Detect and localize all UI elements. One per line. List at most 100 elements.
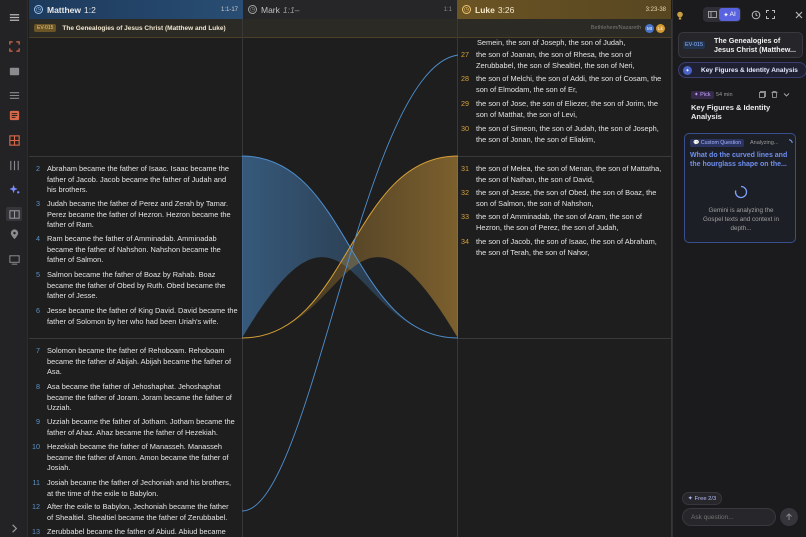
verse-line: Zerubbabel became the father of Abiud. A…: [47, 527, 226, 536]
tab-key-figures[interactable]: ✦ Key Figures & Identity Analysis: [678, 62, 806, 78]
tab-icon: ✦: [683, 66, 692, 75]
verse-line: the son of Jesse, the son of Obed, the s…: [476, 188, 657, 197]
verse-line: Hezekiah became the father of Manasseh. …: [47, 442, 223, 451]
grid-icon[interactable]: [7, 133, 21, 147]
custom-question-card: 💬 Custom Question Analyzing... What do t…: [684, 133, 796, 243]
verse-29[interactable]: 29 the son of Jose, the son of Eliezer, t…: [458, 99, 658, 120]
verse-line: at the time of the exile to Babylon.: [47, 488, 159, 498]
verse-line: Hezron, the son of Perez, the son of Jud…: [476, 222, 619, 232]
history-icon[interactable]: [750, 9, 761, 20]
loading-spinner-icon: [734, 185, 748, 199]
verse-line: of Shealtiel. Shealtiel became the fathe…: [47, 512, 228, 522]
ask-question-input[interactable]: [682, 508, 776, 526]
event-card[interactable]: EV-015 The Genealogies of Jesus Christ (…: [678, 32, 803, 58]
verse-3[interactable]: 3 Judah became the father of Perez and Ze…: [29, 199, 231, 231]
verse-line: Uzziah became the father of Jotham. Joth…: [47, 417, 235, 426]
column-header-luke[interactable]: ◷ Luke 3:26 3:23-38: [457, 0, 671, 19]
menu-icon[interactable]: [7, 10, 21, 24]
lightbulb-icon[interactable]: [675, 10, 685, 20]
send-button[interactable]: [780, 508, 798, 526]
chevron-right-icon[interactable]: [7, 521, 21, 535]
passage-title: The Genealogies of Jesus Christ (Matthew…: [62, 24, 226, 32]
verse-32[interactable]: 32 the son of Jesse, the son of Obed, the…: [458, 188, 656, 209]
loading-message: Gemini is analyzing the Gospel texts and…: [685, 206, 797, 233]
verse-number: 13: [32, 527, 40, 536]
verse-10[interactable]: 10 Hezekiah became the father of Manasseh…: [29, 442, 229, 474]
verse-30[interactable]: 30 the son of Simeon, the son of Judah, t…: [458, 124, 659, 145]
location-pin-icon[interactable]: [7, 227, 21, 241]
panel-view-icon[interactable]: [706, 9, 719, 20]
chat-icon: 💬: [693, 140, 701, 146]
columns-icon[interactable]: [7, 158, 21, 172]
question-text-line-2: the hourglass shape on the...: [690, 161, 787, 168]
verse-line: Uzziah.: [47, 403, 72, 413]
verse-number: 12: [32, 502, 40, 511]
verse-34[interactable]: 34 the son of Jacob, the son of Isaac, th…: [458, 237, 657, 258]
verse-8[interactable]: 8 Asa became the father of Jehoshaphat. J…: [29, 382, 232, 414]
verse-text: the son of Jesse, the son of Obed, the s…: [476, 188, 656, 209]
fullscreen-icon[interactable]: [765, 9, 776, 20]
verse-number: 29: [461, 99, 469, 108]
column-header-mark[interactable]: ◷ Mark 1:1– 1:1: [243, 0, 457, 19]
matthew-title: Matthew: [47, 4, 81, 15]
verse-27[interactable]: 27 the son of Joanan, the son of Rhesa, t…: [458, 50, 635, 71]
luke-ref: 3:26: [497, 4, 515, 15]
matthew-ref: 1:2: [84, 4, 96, 15]
verse-line: the son of Jonan, the son of Eliakim,: [476, 134, 596, 144]
verse-line: the son of Jose, the son of Eliezer, the…: [476, 99, 658, 108]
analysis-result-card[interactable]: ✦ Pick 54 min Key Figures & Identity Ana…: [684, 87, 797, 127]
event-title-line-1: The Genealogies of: [714, 36, 781, 45]
verse-number: 11: [32, 478, 40, 487]
verse-number: 5: [36, 270, 40, 279]
verse-4[interactable]: 4 Ram became the father of Amminadab. Amm…: [29, 234, 221, 266]
verse-line: After the exile to Babylon, Jechoniah be…: [47, 502, 229, 511]
copy-icon[interactable]: [759, 91, 766, 98]
expand-icon[interactable]: [7, 39, 21, 53]
ai-panel: ✦ AI EV-015 The Genealogies of Jesus Chri…: [672, 0, 806, 537]
verse-33[interactable]: 33 the son of Amminadab, the son of Aram,…: [458, 212, 642, 233]
verse-line: became the father of Obed by Ruth. Obed …: [47, 280, 226, 290]
verse-line: Abraham became the father of Isaac. Isaa…: [47, 164, 229, 173]
chevron-down-icon[interactable]: [783, 91, 790, 98]
sparkle-icon[interactable]: [7, 182, 21, 196]
verse-6[interactable]: 6 Jesse became the father of King David. …: [29, 306, 238, 327]
verse-line: father of Jesse.: [47, 291, 98, 301]
list-icon[interactable]: [7, 88, 21, 102]
panel-icon[interactable]: [6, 207, 22, 221]
analyzing-status: Analyzing...: [750, 140, 779, 146]
document-icon[interactable]: [7, 108, 21, 122]
passage-code: EV-015: [34, 24, 57, 32]
free-quota-badge[interactable]: ✦ Free 2/3: [682, 492, 722, 505]
monitor-icon[interactable]: [7, 252, 21, 266]
verse-line: father of Salmon.: [47, 255, 104, 265]
matthew-range: 1:1-17: [220, 6, 238, 13]
verse-number: 7: [36, 346, 40, 355]
ai-toggle-button[interactable]: ✦ AI: [719, 8, 740, 21]
verse-number: 8: [36, 382, 40, 391]
verse-28[interactable]: 28 the son of Melchi, the son of Addi, th…: [458, 74, 661, 95]
verse-line: father of Jacob. Jacob became the father…: [47, 174, 227, 184]
tab-label: Key Figures & Identity Analysis: [701, 67, 798, 74]
verse-line: Zerubbabel, the son of Shealtiel, the so…: [476, 60, 635, 70]
verse-number: 31: [461, 164, 469, 173]
verse-2[interactable]: 2 Abraham became the father of Isaac. Isa…: [29, 164, 229, 196]
verse-line: became the father of Amon. Amon became t…: [47, 452, 229, 462]
delete-icon[interactable]: [771, 91, 778, 98]
badge-luke: Lk: [656, 23, 665, 33]
verse-11[interactable]: 11 Josiah became the father of Jechoniah …: [29, 478, 232, 499]
verse-31[interactable]: 31 the son of Melea, the son of Menan, th…: [458, 164, 661, 185]
verse-number: 33: [461, 212, 469, 221]
verse-line: the son of Nathan, the son of David,: [476, 174, 594, 184]
close-icon[interactable]: [794, 10, 804, 20]
verse-13[interactable]: 13 Zerubbabel became the father of Abiud.…: [29, 527, 226, 537]
verse-number: 6: [36, 306, 40, 315]
verse-9[interactable]: 9 Uzziah became the father of Jotham. Jot…: [29, 417, 235, 438]
column-header-matthew[interactable]: ◷ Matthew 1:2 1:1-17: [29, 0, 243, 19]
verse-line: the son of Amminadab, the son of Aram, t…: [476, 212, 642, 221]
book-icon[interactable]: [7, 64, 21, 78]
verse-12[interactable]: 12 After the exile to Babylon, Jechoniah …: [29, 502, 229, 523]
verse-5[interactable]: 5 Salmon became the father of Boaz by Rah…: [29, 270, 225, 302]
verse-7[interactable]: 7 Solomon became the father of Rehoboam. …: [29, 346, 231, 378]
verse-line: the son of Terah, the son of Nahor,: [476, 247, 590, 257]
verse-line: Jesse became the father of King David. D…: [47, 306, 238, 315]
